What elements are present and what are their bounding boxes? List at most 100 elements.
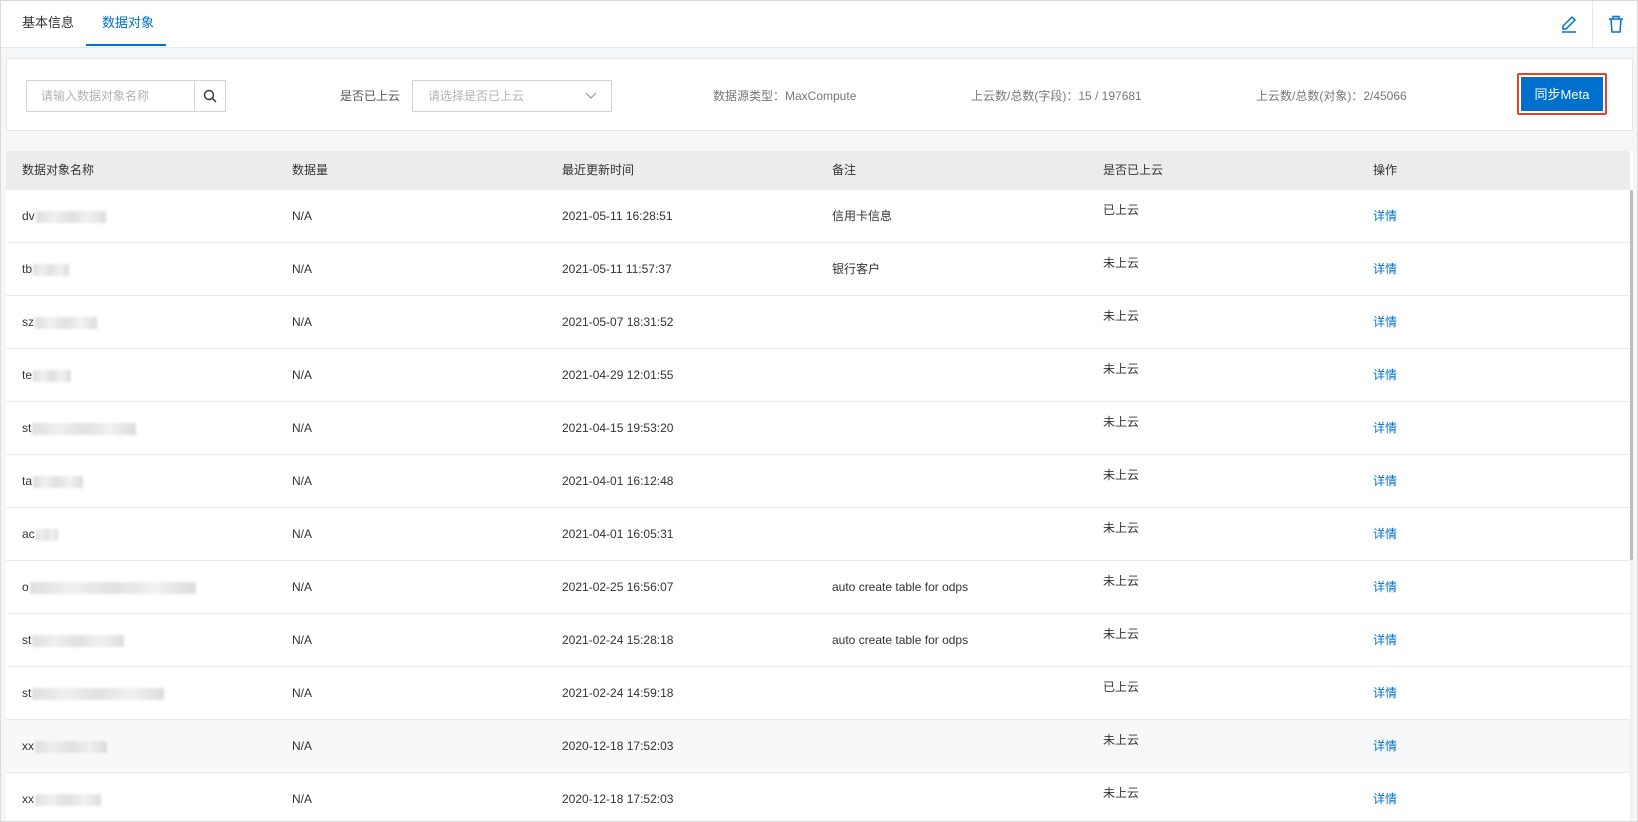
details-link[interactable]: 详情 bbox=[1373, 773, 1397, 821]
volume-cell: N/A bbox=[292, 739, 313, 753]
object-name-cell: sz bbox=[22, 296, 97, 348]
table-row: dv N/A 2021-05-11 16:28:51 信用卡信息 已上云 详情 bbox=[6, 190, 1630, 243]
cloud-status-cell: 未上云 bbox=[1103, 362, 1140, 376]
edit-icon[interactable] bbox=[1558, 13, 1580, 35]
updated-cell: 2021-04-29 12:01:55 bbox=[562, 368, 674, 382]
sync-meta-button[interactable]: 同步Meta bbox=[1521, 77, 1603, 111]
redacted-name bbox=[32, 687, 165, 700]
tab-basic-info[interactable]: 基本信息 bbox=[22, 1, 74, 47]
search-button[interactable] bbox=[194, 80, 226, 112]
object-name-cell: st bbox=[22, 402, 137, 454]
note-cell: auto create table for odps bbox=[832, 580, 969, 594]
table-row: sz N/A 2021-05-07 18:31:52 未上云 详情 bbox=[6, 296, 1630, 349]
volume-cell: N/A bbox=[292, 421, 313, 435]
note-cell: auto create table for odps bbox=[832, 633, 969, 647]
trash-icon[interactable] bbox=[1605, 13, 1627, 35]
table-row: st N/A 2021-02-24 14:59:18 已上云 详情 bbox=[6, 667, 1630, 720]
details-link[interactable]: 详情 bbox=[1373, 667, 1397, 719]
volume-cell: N/A bbox=[292, 315, 313, 329]
details-link[interactable]: 详情 bbox=[1373, 190, 1397, 242]
table-row: st N/A 2021-02-24 15:28:18 auto create t… bbox=[6, 614, 1630, 667]
data-objects-table: 数据对象名称 数据量 最近更新时间 备注 是否已上云 操作 dv N/A 202… bbox=[6, 151, 1633, 821]
note-cell: 银行客户 bbox=[832, 262, 881, 276]
field-stats-text: 上云数/总数(字段)：15 / 197681 bbox=[971, 89, 1142, 103]
updated-cell: 2020-12-18 17:52:03 bbox=[562, 739, 674, 753]
details-link[interactable]: 详情 bbox=[1373, 614, 1397, 666]
cloud-status-cell: 未上云 bbox=[1103, 309, 1140, 323]
details-link[interactable]: 详情 bbox=[1373, 243, 1397, 295]
app-frame: 基本信息 数据对象 是否已上云 请选择 bbox=[0, 0, 1638, 822]
updated-cell: 2020-12-18 17:52:03 bbox=[562, 792, 674, 806]
updated-cell: 2021-04-01 16:05:31 bbox=[562, 527, 674, 541]
table-header: 数据对象名称 数据量 最近更新时间 备注 是否已上云 操作 bbox=[6, 151, 1630, 190]
details-link[interactable]: 详情 bbox=[1373, 508, 1397, 560]
cloud-filter-placeholder: 请选择是否已上云 bbox=[428, 89, 525, 103]
redacted-name bbox=[29, 581, 196, 594]
object-name-cell: te bbox=[22, 349, 72, 401]
redacted-name bbox=[35, 740, 107, 753]
filter-bar: 是否已上云 请选择是否已上云 数据源类型：MaxCompute 上云数/总数(字… bbox=[6, 58, 1633, 131]
object-name-cell: st bbox=[22, 667, 165, 719]
table-scrollbar[interactable] bbox=[1630, 190, 1633, 821]
cloud-status-cell: 未上云 bbox=[1103, 468, 1140, 482]
volume-cell: N/A bbox=[292, 792, 313, 806]
scrollbar-thumb[interactable] bbox=[1630, 190, 1633, 560]
volume-cell: N/A bbox=[292, 368, 313, 382]
cloud-status-cell: 未上云 bbox=[1103, 256, 1140, 270]
updated-cell: 2021-04-01 16:12:48 bbox=[562, 474, 674, 488]
table-row: ac N/A 2021-04-01 16:05:31 未上云 详情 bbox=[6, 508, 1630, 561]
source-type-text: 数据源类型：MaxCompute bbox=[713, 89, 857, 103]
details-link[interactable]: 详情 bbox=[1373, 561, 1397, 613]
tab-data-objects[interactable]: 数据对象 bbox=[102, 1, 154, 47]
cloud-status-cell: 已上云 bbox=[1103, 203, 1140, 217]
table-row: te N/A 2021-04-29 12:01:55 未上云 详情 bbox=[6, 349, 1630, 402]
updated-cell: 2021-04-15 19:53:20 bbox=[562, 421, 674, 435]
object-name-cell: o bbox=[22, 561, 196, 613]
redacted-name bbox=[33, 263, 70, 276]
cloud-filter-label: 是否已上云 bbox=[340, 89, 401, 103]
column-header-note: 备注 bbox=[832, 163, 857, 177]
table-row: xx N/A 2020-12-18 17:52:03 未上云 详情 bbox=[6, 720, 1630, 773]
details-link[interactable]: 详情 bbox=[1373, 720, 1397, 772]
details-link[interactable]: 详情 bbox=[1373, 296, 1397, 348]
table-row: ta N/A 2021-04-01 16:12:48 未上云 详情 bbox=[6, 455, 1630, 508]
details-link[interactable]: 详情 bbox=[1373, 455, 1397, 507]
redacted-name bbox=[35, 316, 97, 329]
cloud-status-cell: 已上云 bbox=[1103, 680, 1140, 694]
object-name-cell: tb bbox=[22, 243, 70, 295]
volume-cell: N/A bbox=[292, 474, 313, 488]
search-input[interactable] bbox=[26, 80, 194, 112]
object-name-cell: xx bbox=[22, 773, 101, 821]
redacted-name bbox=[35, 210, 106, 223]
table-row: o N/A 2021-02-25 16:56:07 auto create ta… bbox=[6, 561, 1630, 614]
redacted-name bbox=[32, 634, 125, 647]
volume-cell: N/A bbox=[292, 686, 313, 700]
search-icon bbox=[203, 89, 217, 103]
note-cell: 信用卡信息 bbox=[832, 209, 893, 223]
details-link[interactable]: 详情 bbox=[1373, 349, 1397, 401]
header-separator bbox=[1592, 1, 1593, 47]
volume-cell: N/A bbox=[292, 209, 313, 223]
column-header-volume: 数据量 bbox=[292, 163, 329, 177]
redacted-name bbox=[33, 369, 72, 382]
column-header-cloud: 是否已上云 bbox=[1103, 163, 1164, 177]
volume-cell: N/A bbox=[292, 262, 313, 276]
object-name-cell: st bbox=[22, 614, 125, 666]
redacted-name bbox=[35, 528, 58, 541]
object-name-cell: ta bbox=[22, 455, 84, 507]
redacted-name bbox=[32, 422, 137, 435]
column-header-name: 数据对象名称 bbox=[22, 163, 95, 177]
updated-cell: 2021-02-25 16:56:07 bbox=[562, 580, 674, 594]
volume-cell: N/A bbox=[292, 633, 313, 647]
cloud-filter-select[interactable]: 请选择是否已上云 bbox=[412, 80, 612, 112]
updated-cell: 2021-05-11 16:28:51 bbox=[562, 209, 673, 223]
cloud-status-cell: 未上云 bbox=[1103, 733, 1140, 747]
column-header-updated: 最近更新时间 bbox=[562, 163, 635, 177]
column-header-action: 操作 bbox=[1373, 163, 1398, 177]
cloud-status-cell: 未上云 bbox=[1103, 627, 1140, 641]
active-tab-indicator bbox=[86, 44, 166, 46]
cloud-status-cell: 未上云 bbox=[1103, 786, 1140, 800]
volume-cell: N/A bbox=[292, 580, 313, 594]
details-link[interactable]: 详情 bbox=[1373, 402, 1397, 454]
volume-cell: N/A bbox=[292, 527, 313, 541]
